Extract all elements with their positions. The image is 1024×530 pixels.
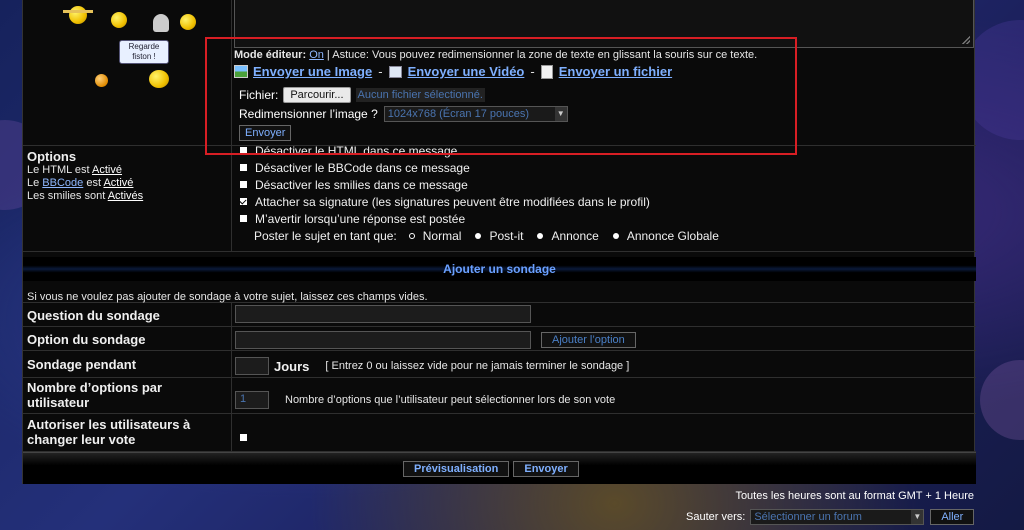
- html-status-value[interactable]: Activé: [92, 164, 122, 176]
- html-status-label: Le HTML est: [27, 164, 93, 176]
- post-type-label: Post-it: [489, 228, 524, 243]
- submit-button[interactable]: Envoyer: [513, 461, 579, 477]
- options-per-user-label: Nombre d’options par utilisateur: [27, 380, 163, 410]
- option-notify-reply[interactable]: M’avertir lorsqu’une réponse est postée: [240, 210, 976, 227]
- days-label: Jours: [274, 358, 310, 374]
- poll-option-input[interactable]: [235, 330, 531, 349]
- jump-label: Sauter vers:: [686, 511, 746, 523]
- smiley-icon[interactable]: [95, 74, 108, 87]
- poll-duration-row: Sondage pendant Jours [ Entrez 0 ou lais…: [23, 351, 976, 378]
- highlight-box: [205, 37, 797, 155]
- resize-grip-icon[interactable]: [962, 36, 970, 44]
- speech-bubble: Regarde fiston !: [119, 40, 169, 64]
- go-button[interactable]: Aller: [930, 509, 975, 525]
- jump-to-row: Sauter vers: Sélectionner un forum ▼ All…: [686, 509, 975, 525]
- poll-duration-label: Sondage pendant: [27, 357, 137, 372]
- radio-global-announcement[interactable]: [612, 232, 619, 239]
- option-label: Attacher sa signature (les signatures pe…: [255, 194, 650, 209]
- form-actions: Prévisualisation Envoyer: [23, 452, 976, 484]
- poll-max-options-row: Nombre d’options par utilisateur 1 Nombr…: [23, 378, 976, 414]
- options-title: Options: [27, 149, 77, 164]
- poll-allow-change-row: Autoriser les utilisateurs à changer leu…: [23, 414, 976, 452]
- poll-duration-input[interactable]: [235, 357, 269, 375]
- post-type-label: Annonce: [551, 228, 599, 243]
- bbcode-status-label: Le: [27, 177, 43, 189]
- smiley-icon[interactable]: [63, 4, 93, 28]
- poll-question-row: Question du sondage: [23, 303, 976, 327]
- smiley-icon[interactable]: [180, 14, 196, 30]
- smilies-panel: Regarde fiston !: [23, 0, 232, 145]
- speech-bubble-text: Regarde fiston !: [128, 42, 160, 61]
- poll-option-label: Option du sondage: [27, 332, 146, 347]
- options-row: Options Le HTML est Activé Le BBCode est…: [23, 144, 976, 252]
- option-disable-bbcode[interactable]: Désactiver le BBCode dans ce message: [240, 159, 976, 176]
- smiley-icon[interactable]: [149, 70, 169, 88]
- bbcode-help-link[interactable]: BBCode: [42, 177, 83, 189]
- smilies-status-value[interactable]: Activés: [108, 190, 143, 202]
- forum-select[interactable]: Sélectionner un forum ▼: [750, 509, 925, 525]
- option-attach-signature[interactable]: Attacher sa signature (les signatures pe…: [240, 193, 976, 210]
- radio-sticky[interactable]: [475, 232, 482, 239]
- post-type-row: Poster le sujet en tant que: Normal Post…: [240, 227, 976, 244]
- checkbox[interactable]: [240, 164, 247, 171]
- forum-select-value: Sélectionner un forum: [754, 511, 862, 523]
- radio-normal[interactable]: [408, 232, 415, 239]
- poll-question-label: Question du sondage: [27, 308, 160, 323]
- radio-announcement[interactable]: [537, 232, 544, 239]
- poll-section-header: Ajouter un sondage: [23, 257, 976, 281]
- smiley-icon[interactable]: [111, 12, 127, 28]
- options-checkboxes: Désactiver le HTML dans ce message Désac…: [233, 144, 976, 251]
- option-label: Désactiver le BBCode dans ce message: [255, 160, 470, 175]
- bbcode-status-value[interactable]: Activé: [103, 177, 133, 189]
- options-per-user-input[interactable]: 1: [235, 391, 269, 409]
- poll-info-row: Si vous ne voulez pas ajouter de sondage…: [23, 283, 976, 303]
- checkbox[interactable]: [240, 181, 247, 188]
- timezone-text: Toutes les heures sont au format GMT + 1…: [735, 490, 974, 502]
- bbcode-status-mid: est: [83, 177, 104, 189]
- poll-question-input[interactable]: [235, 305, 531, 323]
- post-type-label: Annonce Globale: [626, 228, 719, 243]
- background-decoration: [980, 360, 1024, 440]
- option-label: M’avertir lorsqu’une réponse est postée: [255, 211, 466, 226]
- options-per-user-value: 1: [240, 393, 247, 405]
- smilies-status-label: Les smilies sont: [27, 190, 108, 202]
- checkbox[interactable]: [240, 215, 247, 222]
- options-status-panel: Options Le HTML est Activé Le BBCode est…: [23, 146, 232, 251]
- post-as-label: Poster le sujet en tant que:: [254, 228, 397, 243]
- allow-change-checkbox[interactable]: [240, 434, 247, 441]
- poll-info-text: Si vous ne voulez pas ajouter de sondage…: [27, 291, 428, 303]
- preview-button[interactable]: Prévisualisation: [403, 461, 510, 477]
- options-per-user-hint: Nombre d’options que l’utilisateur peut …: [285, 394, 616, 406]
- post-type-label: Normal: [422, 228, 462, 243]
- checkbox-checked[interactable]: [240, 198, 247, 205]
- duration-hint: [ Entrez 0 ou laissez vide pour ne jamai…: [325, 360, 630, 372]
- option-label: Désactiver les smilies dans ce message: [255, 177, 468, 192]
- chevron-down-icon: ▼: [911, 510, 924, 524]
- allow-change-label: Autoriser les utilisateurs à changer leu…: [27, 417, 191, 447]
- smiley-icon[interactable]: [153, 14, 169, 32]
- option-disable-smilies[interactable]: Désactiver les smilies dans ce message: [240, 176, 976, 193]
- poll-section-title: Ajouter un sondage: [443, 262, 556, 276]
- poll-option-row: Option du sondage Ajouter l’option: [23, 327, 976, 351]
- add-option-button[interactable]: Ajouter l’option: [541, 331, 636, 348]
